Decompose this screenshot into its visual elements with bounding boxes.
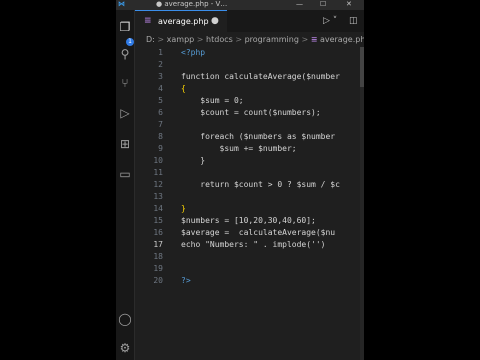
breadcrumb-part[interactable]: xampp (167, 35, 195, 44)
breadcrumb-separator: > (301, 35, 309, 44)
code-line: 19 (153, 264, 163, 273)
breadcrumb-file[interactable]: average.php (320, 35, 364, 44)
php-file-icon: ≡ (310, 35, 318, 44)
remote-explorer-icon[interactable]: ▭ (118, 167, 132, 181)
code-line: 5 $sum = 0; (158, 96, 244, 105)
code-line: 9 $sum += $number; (158, 144, 297, 153)
code-line: 8 foreach ($numbers as $number (158, 132, 336, 141)
code-line: 3 function calculateAverage($number (158, 72, 340, 81)
code-line: 14} (153, 204, 186, 213)
code-line-current: 17 echo "Numbers: " . implode('') (153, 240, 326, 249)
vertical-scrollbar[interactable] (360, 47, 364, 360)
account-icon[interactable]: ◯ (118, 312, 132, 326)
window-title: ● average.php - V… (156, 0, 228, 8)
code-line: 15 $numbers = [10,20,30,40,60]; (153, 216, 316, 225)
gear-icon[interactable]: ⚙ (118, 341, 132, 355)
close-button[interactable]: ✕ (346, 0, 352, 8)
code-line: 2 (158, 60, 163, 69)
files-icon[interactable]: ❐ (118, 20, 132, 34)
tab-label: average.php (158, 17, 209, 26)
breadcrumb-part[interactable]: htdocs (206, 35, 233, 44)
code-line: 6 $count = count($numbers); (158, 108, 321, 117)
tab-average-php[interactable]: ≡ average.php ● (135, 10, 227, 33)
code-line: 7 (158, 120, 163, 129)
breadcrumb-separator: > (196, 35, 204, 44)
code-line: 16 $average = calculateAverage($nu (153, 228, 336, 237)
breadcrumb-separator: > (235, 35, 243, 44)
tab-bar: ≡ average.php ● ▷ ˅ ◫ (135, 10, 364, 33)
code-line: 20 ?> (153, 276, 191, 285)
code-editor[interactable]: 1 <?php 2 3 function calculateAverage($num… (135, 47, 364, 360)
explorer-badge: 1 (126, 38, 134, 46)
source-control-icon[interactable]: ⑂ (118, 76, 132, 90)
code-line: 18 (153, 252, 163, 261)
code-line: 1 <?php (158, 48, 206, 57)
code-line: 13 (153, 192, 163, 201)
code-line: 10 } (153, 156, 206, 165)
breadcrumb-part[interactable]: D: (146, 35, 155, 44)
title-bar: ⋈ ● average.php - V… — ☐ ✕ (116, 0, 364, 10)
code-line: 4{ (158, 84, 186, 93)
extensions-icon[interactable]: ⊞ (118, 137, 132, 151)
breadcrumb-separator: > (157, 35, 165, 44)
code-line: 11 (153, 168, 163, 177)
vscode-window: ⋈ ● average.php - V… — ☐ ✕ ❐ 1 ⚲ ⑂ ▷ ⊞ ▭… (116, 0, 364, 360)
split-editor-button[interactable]: ◫ (349, 10, 358, 32)
unsaved-dot-icon[interactable]: ● (211, 11, 219, 32)
search-icon[interactable]: ⚲ (118, 47, 132, 61)
maximize-button[interactable]: ☐ (320, 0, 326, 8)
vscode-icon: ⋈ (118, 0, 125, 8)
breadcrumb-part[interactable]: programming (245, 35, 299, 44)
php-file-icon: ≡ (144, 16, 152, 26)
minimize-button[interactable]: — (296, 0, 303, 8)
run-debug-icon[interactable]: ▷ (118, 106, 132, 120)
activity-bar: ❐ 1 ⚲ ⑂ ▷ ⊞ ▭ ◯ ⚙ (116, 10, 135, 360)
scrollbar-thumb[interactable] (360, 47, 364, 87)
breadcrumb: D: > xampp > htdocs > programming > ≡ av… (146, 33, 364, 47)
run-button[interactable]: ▷ ˅ (323, 10, 337, 32)
code-line: 12 return $count > 0 ? $sum / $c (153, 180, 340, 189)
